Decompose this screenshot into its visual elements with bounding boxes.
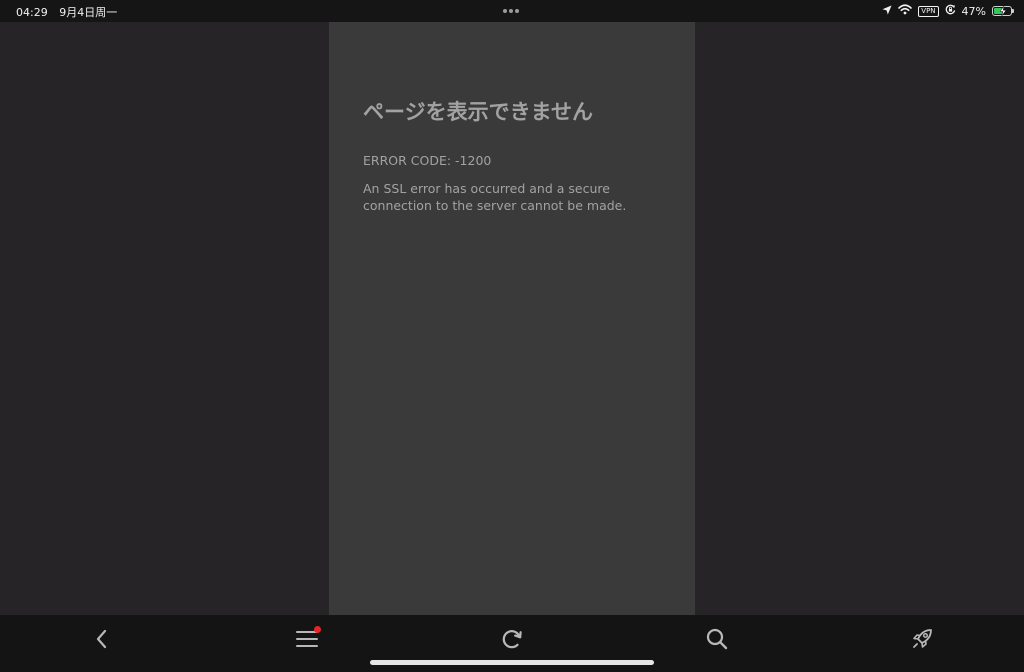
error-title: ページを表示できません [363, 100, 593, 124]
rotation-lock-icon [945, 4, 956, 18]
left-side-panel [0, 22, 329, 615]
status-bar: 04:29 9月4日周一 VPN 47% [0, 0, 1024, 22]
status-right: VPN 47% [882, 3, 1014, 19]
reload-icon [502, 630, 522, 649]
back-button[interactable] [84, 621, 120, 657]
home-indicator[interactable] [370, 660, 654, 665]
battery-percent: 47% [961, 4, 986, 18]
error-message: An SSL error has occurred and a secure c… [363, 181, 627, 213]
wifi-icon [898, 4, 913, 18]
location-arrow-icon [882, 5, 892, 18]
multitasking-dots-icon[interactable] [503, 9, 521, 13]
vpn-icon: VPN [918, 5, 939, 17]
back-icon [96, 629, 107, 649]
status-time: 04:29 [16, 6, 48, 19]
menu-notification-badge [314, 626, 321, 633]
status-date: 9月4日周一 [59, 6, 118, 19]
error-page: ページを表示できません ERROR CODE: -1200 An SSL err… [329, 22, 695, 615]
search-icon [706, 628, 728, 650]
status-left: 04:29 9月4日周一 [16, 4, 125, 20]
menu-button[interactable] [289, 621, 325, 657]
right-side-panel [695, 22, 1024, 615]
browser-screen: 04:29 9月4日周一 VPN 47% ページを表示できません ERROR C… [0, 0, 1024, 672]
charging-bolt-icon [999, 6, 1007, 16]
reload-button[interactable] [494, 621, 530, 657]
search-button[interactable] [699, 621, 735, 657]
rocket-icon [913, 629, 932, 648]
error-code: ERROR CODE: -1200 [363, 153, 492, 168]
battery-charging-icon [992, 6, 1014, 16]
rocket-button[interactable] [904, 621, 940, 657]
